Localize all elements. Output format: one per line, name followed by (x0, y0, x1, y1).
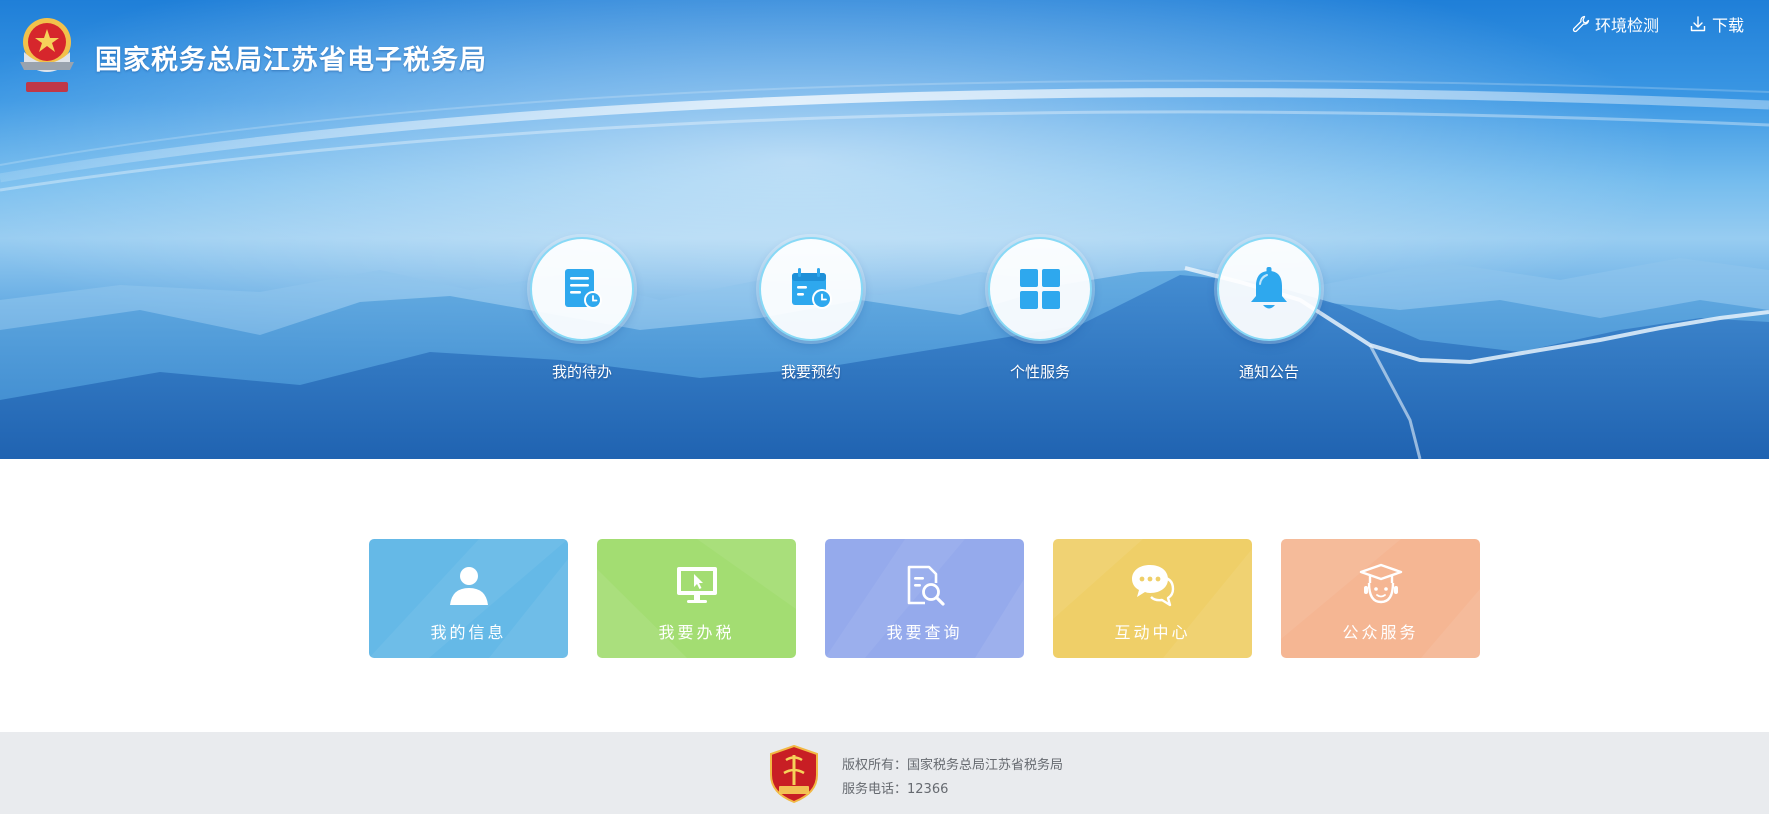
bell-icon (1251, 267, 1287, 309)
quick-my-todo-circle (530, 237, 634, 341)
quick-personal-service-label: 个性服务 (1009, 363, 1070, 381)
quick-appointment[interactable]: 我要预约 (759, 237, 863, 382)
todo-document-icon (565, 269, 602, 309)
tile-query-label: 我要查询 (886, 623, 963, 642)
download-link[interactable]: 下载 (1689, 12, 1744, 36)
quick-appointment-circle (759, 237, 863, 341)
quick-notice[interactable]: 通知公告 (1217, 237, 1321, 382)
tile-public-service-label: 公众服务 (1342, 623, 1419, 642)
footer-copyright: 版权所有：国家税务总局江苏省税务局 (842, 758, 1064, 773)
footer-phone: 服务电话：12366 (842, 782, 949, 797)
quick-notice-circle (1217, 237, 1321, 341)
site-title: 国家税务总局江苏省电子税务局 (95, 45, 487, 76)
graduate-support-icon (1359, 563, 1402, 604)
quick-personal-service-circle (988, 237, 1092, 341)
environment-check-label: 环境检测 (1594, 16, 1659, 35)
tile-tax-handling-label: 我要办税 (658, 623, 735, 642)
footer: 版权所有：国家税务总局江苏省税务局 服务电话：12366 (0, 732, 1769, 814)
tile-interaction-center[interactable]: 互动中心 (1053, 539, 1252, 658)
tile-public-service[interactable]: 公众服务 (1281, 539, 1480, 658)
party-emblem-badge (770, 745, 818, 803)
hero-banner: 国家税务总局江苏省电子税务局 环境检测 下载 我的待办 我要预约 个性服务 通知… (0, 0, 1769, 459)
download-label: 下载 (1711, 16, 1744, 35)
grid-icon (1020, 269, 1060, 309)
quick-personal-service[interactable]: 个性服务 (988, 237, 1092, 382)
tile-tax-handling[interactable]: 我要办税 (597, 539, 796, 658)
quick-my-todo-label: 我的待办 (551, 363, 612, 381)
calendar-clock-icon (792, 268, 832, 309)
user-icon (449, 567, 488, 605)
tile-interaction-center-label: 互动中心 (1114, 623, 1191, 642)
footer-text: 版权所有：国家税务总局江苏省税务局 服务电话：12366 (842, 754, 1063, 802)
tile-my-info-label: 我的信息 (430, 623, 507, 642)
tile-my-info[interactable]: 我的信息 (369, 539, 568, 658)
monitor-cursor-icon (676, 567, 717, 603)
quick-my-todo[interactable]: 我的待办 (530, 237, 634, 382)
tax-emblem-logo (20, 18, 74, 92)
wrench-icon (1572, 15, 1590, 33)
download-icon (1690, 16, 1706, 32)
document-search-icon (907, 565, 945, 606)
chat-bubbles-icon (1131, 565, 1174, 607)
tile-query[interactable]: 我要查询 (825, 539, 1024, 658)
environment-check-link[interactable]: 环境检测 (1572, 12, 1659, 36)
quick-appointment-label: 我要预约 (780, 363, 841, 381)
page: 国家税务总局江苏省电子税务局 环境检测 下载 我的待办 我要预约 个性服务 通知… (0, 0, 1769, 823)
top-links: 环境检测 下载 (1572, 12, 1744, 36)
quick-notice-label: 通知公告 (1238, 363, 1299, 381)
